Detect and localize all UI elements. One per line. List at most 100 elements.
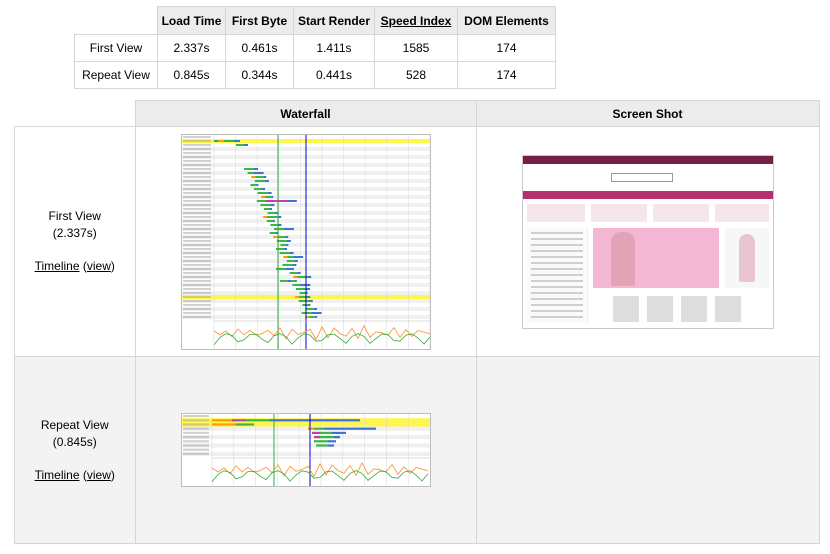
header-speed-index[interactable]: Speed Index [374, 6, 458, 35]
waterfall-request-label [182, 444, 209, 447]
speed-index-link[interactable]: Speed Index [381, 14, 452, 28]
waterfall-bar-segment [266, 219, 273, 222]
load-time-value: 2.337s [157, 34, 226, 62]
repeat-view-label: Repeat View [40, 417, 109, 432]
start-render-value: 1.411s [293, 34, 375, 62]
waterfall-request-label [182, 143, 211, 146]
waterfall-request-label [182, 215, 211, 218]
waterfall-bar-segment [260, 195, 265, 198]
waterfall-row-bg [181, 430, 430, 435]
screenshot-right-figure [738, 233, 755, 282]
waterfall-bar-segment [253, 167, 258, 170]
waterfall-bar-segment [294, 279, 297, 282]
waterfall-bar-segment [331, 431, 346, 434]
speed-index-value: 1585 [374, 34, 458, 62]
waterfall-bar-segment [217, 139, 224, 142]
summary-header-row: Load Time First Byte Start Render Speed … [74, 6, 556, 35]
waterfall-bar-segment [291, 283, 300, 286]
waterfall-bar-segment [264, 199, 287, 202]
repeat-view-view-link[interactable]: view [87, 468, 111, 482]
first-view-waterfall-cell [134, 126, 477, 357]
waterfall-request-label [182, 251, 211, 254]
waterfall-bar-segment [233, 139, 240, 142]
waterfall-bar-segment [267, 191, 272, 194]
waterfall-request-label [182, 271, 211, 274]
waterfall-request-label [182, 255, 211, 258]
header-load-time: Load Time [157, 6, 226, 35]
waterfall-request-label [182, 291, 211, 294]
waterfall-request-label [182, 436, 209, 439]
screenshot-sidebar [526, 227, 588, 323]
first-view-view-link[interactable]: view [87, 259, 111, 273]
waterfall-row-bg [181, 451, 430, 456]
waterfall-row-bg [181, 447, 430, 452]
waterfall-request-label [182, 259, 211, 262]
waterfall-bar-segment [287, 279, 291, 282]
waterfall-bar-segment [283, 227, 294, 230]
waterfall-request-label [182, 191, 211, 194]
screenshot-right-panel [724, 227, 769, 288]
repeat-view-waterfall-image[interactable] [180, 413, 431, 487]
repeat-view-timeline-link[interactable]: Timeline [35, 468, 80, 482]
repeat-view-timeline-line: Timeline (view) [15, 467, 135, 484]
first-view-screenshot-cell: ​ [475, 126, 820, 357]
waterfall-row-bg [181, 439, 430, 444]
waterfall-bar-segment [269, 419, 360, 422]
summary-row-repeat-view: Repeat View 0.845s 0.344s 0.441s 528 174 [74, 61, 556, 89]
screenshot-promo [590, 203, 647, 222]
waterfall-request-label [182, 207, 211, 210]
waterfall-bar-segment [267, 211, 276, 214]
waterfall-request-label [182, 247, 211, 250]
screenshot-banner-figure [610, 231, 635, 286]
waterfall-bar-segment [269, 207, 272, 210]
waterfall-request-label [182, 163, 211, 166]
waterfall-bar-segment [294, 259, 298, 262]
first-byte-value: 0.344s [225, 61, 294, 89]
waterfall-bar-segment [327, 444, 334, 447]
waterfall-chart [181, 414, 430, 486]
waterfall-request-label [182, 159, 211, 162]
waterfall-request-label [182, 275, 211, 278]
waterfall-bar-segment [301, 311, 312, 314]
waterfall-bar-segment [264, 195, 271, 198]
speed-index-value: 528 [374, 61, 458, 89]
waterfall-request-label [182, 295, 211, 298]
waterfall-bar-segment [286, 199, 297, 202]
waterfall-bar-segment [313, 436, 320, 439]
first-view-label: First View [48, 209, 101, 223]
waterfall-bar-segment [253, 171, 264, 174]
header-dom-elements: DOM Elements [457, 6, 556, 35]
waterfall-request-label [182, 239, 211, 242]
waterfall-bar-segment [223, 139, 234, 142]
waterfall-bar-segment [269, 231, 276, 234]
first-view-waterfall-image[interactable] [180, 133, 431, 350]
waterfall-request-label [182, 267, 211, 270]
waterfall-bar-segment [273, 227, 284, 230]
waterfall-bar-segment [305, 287, 310, 290]
waterfall-bar-segment [262, 215, 267, 218]
waterfall-bar-segment [295, 287, 306, 290]
waterfall-request-label [182, 175, 211, 178]
repeat-view-time: (0.845s) [52, 434, 97, 449]
waterfall-request-label [182, 263, 211, 266]
header-start-render: Start Render [293, 6, 375, 35]
first-view-label-cell: First View (2.337s) Timeline (view) [14, 126, 136, 357]
screenshot-topbar [522, 155, 773, 164]
waterfall-bar-segment [308, 315, 315, 318]
first-view-timeline-link[interactable]: Timeline [35, 259, 80, 273]
waterfall-request-label [182, 431, 209, 434]
waterfall-request-label [182, 211, 211, 214]
waterfall-request-label [182, 279, 211, 282]
waterfall-request-label [182, 195, 211, 198]
waterfall-request-label [182, 171, 211, 174]
waterfall-request-label [182, 139, 211, 142]
waterfall-bar-segment [299, 283, 310, 286]
waterfall-request-label [182, 231, 211, 234]
first-view-screenshot-image[interactable]: ​ [521, 154, 774, 329]
waterfall-request-label [182, 243, 211, 246]
waterfall-bar-segment [285, 267, 291, 270]
waterfall-bar-segment [279, 251, 290, 254]
waterfall-request-label [182, 419, 209, 422]
waterfall-request-label [182, 299, 211, 302]
waterfall-bar-segment [297, 271, 301, 274]
